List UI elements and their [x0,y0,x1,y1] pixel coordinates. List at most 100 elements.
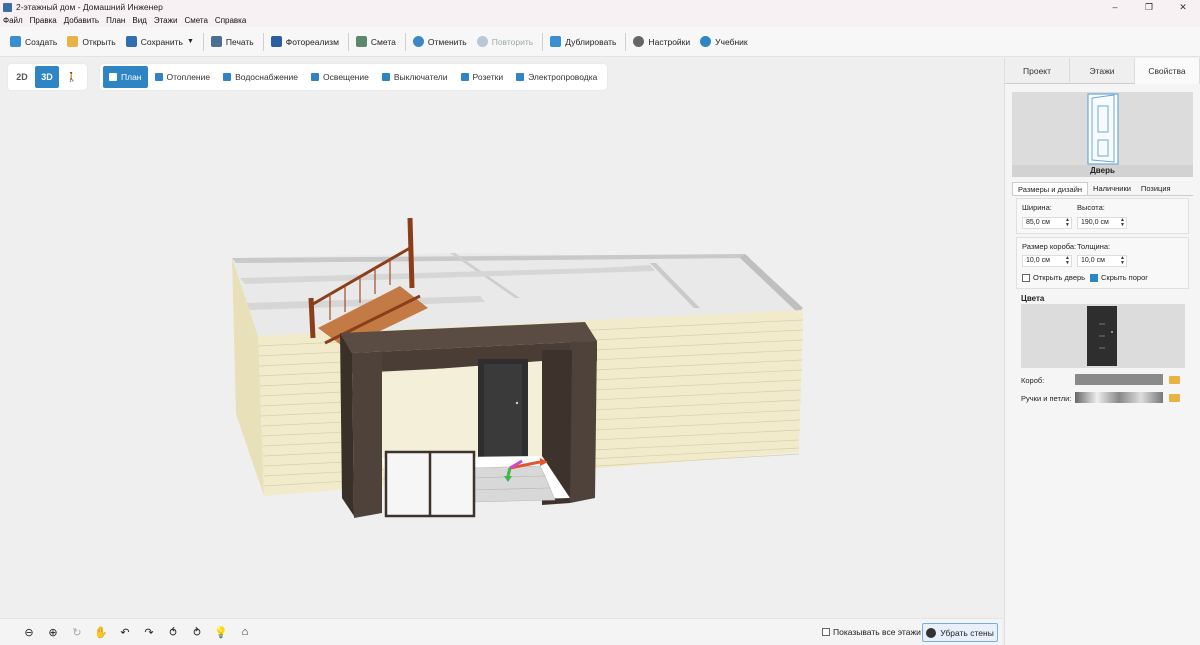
title-bar: 2-этажный дом - Домашний Инженер – ❐ ✕ [0,0,1200,14]
mode-2d-button[interactable]: 2D [10,66,34,88]
object-name: Дверь [1012,165,1193,177]
menu-estimate[interactable]: Смета [184,16,207,25]
menu-plan[interactable]: План [106,16,125,25]
spinner-arrows-icon[interactable]: ▲ ▼ [1120,256,1125,266]
toolbar-divider [625,32,627,51]
checkbox-checked-icon [1090,273,1098,282]
water-icon [223,73,232,81]
zoom-out-icon[interactable]: ⊖ [18,623,40,641]
rotate-left-icon[interactable]: ↶ [114,623,136,641]
frame-color-swatch[interactable] [1075,374,1163,385]
layer-water[interactable]: Водоснабжение [217,66,304,88]
menu-floors[interactable]: Этажи [154,16,178,25]
toolbar-divider [347,32,349,51]
frame-size-input[interactable]: 10,0 см ▲ ▼ [1022,255,1072,267]
zoom-in-icon[interactable]: ⊕ [42,623,64,641]
tutorial-button[interactable]: Учебник [696,31,752,53]
home-icon[interactable]: ⌂ [234,623,256,641]
colors-title: Цвета [1021,294,1045,303]
photoreal-button[interactable]: Фотореализм [267,31,343,53]
spinner-arrows-icon[interactable]: ▲ ▼ [1120,218,1125,228]
layer-wiring[interactable]: Электропроводка [510,66,603,88]
house-3d-scene[interactable] [0,58,1002,618]
entry-steps [469,465,556,503]
tilt-down-icon[interactable]: ⥁ [186,623,208,641]
tab-project[interactable]: Проект [1005,58,1070,84]
frame-color-label: Короб: [1021,376,1045,385]
spinner-arrows-icon[interactable]: ▲ ▼ [1065,256,1070,266]
photo-icon [270,36,282,47]
walk-mode-icon[interactable]: 🚶 [60,66,84,88]
open-door-checkbox[interactable]: Открыть дверь [1022,273,1085,282]
hide-walls-button[interactable]: Убрать стены [922,623,998,642]
folder-icon[interactable] [1169,376,1180,384]
plan-icon [109,73,117,81]
show-all-floors-checkbox[interactable]: Показывать все этажи [822,627,921,637]
heating-icon [154,73,163,81]
frame-size-label: Размер короба: [1022,242,1077,251]
layer-lighting[interactable]: Освещение [305,66,375,88]
door-color-preview-icon [1087,306,1117,366]
pan-hand-icon[interactable]: ✋ [90,623,112,641]
tab-properties[interactable]: Свойства [1135,58,1200,84]
rotate-right-icon[interactable]: ↷ [138,623,160,641]
menu-help[interactable]: Справка [215,16,246,25]
3d-viewport[interactable]: 2D 3D 🚶 План Отопление Водоснабжение Осв… [0,58,1002,618]
layer-switches[interactable]: Выключатели [376,66,454,88]
spinner-arrows-icon[interactable]: ▲ ▼ [1065,218,1070,228]
save-button[interactable]: Сохранить ▼ [122,31,198,53]
menu-bar: Файл Правка Добавить План Вид Этажи Смет… [0,14,1200,27]
menu-view[interactable]: Вид [132,16,146,25]
width-label: Ширина: [1022,203,1052,212]
subtab-trims[interactable]: Наличники [1088,182,1136,195]
chevron-down-icon[interactable]: ▼ [187,38,194,45]
hide-sill-checkbox[interactable]: Скрыть порог [1090,273,1148,282]
menu-edit[interactable]: Правка [30,16,57,25]
close-button[interactable]: ✕ [1166,0,1200,14]
layer-tabs: План Отопление Водоснабжение Освещение В… [100,64,608,90]
calculator-icon [355,36,367,47]
entrance-door [478,359,528,464]
window-title: 2-этажный дом - Домашний Инженер [16,2,163,12]
redo-button[interactable]: Повторить [473,31,538,53]
new-file-icon [10,36,21,47]
menu-add[interactable]: Добавить [64,16,99,25]
tab-floors[interactable]: Этажи [1070,58,1135,84]
subtab-dimensions[interactable]: Размеры и дизайн [1012,182,1089,195]
redo-arrow-icon [476,36,488,47]
app-icon [3,2,12,12]
minimize-button[interactable]: – [1098,0,1132,14]
bottom-bar: ⊖ ⊕ ↻ ✋ ↶ ↷ ⥀ ⥁ 💡 ⌂ Показывать все этажи… [0,618,1002,645]
mode-3d-button[interactable]: 3D [35,66,59,88]
switch-icon [381,73,390,81]
undo-button[interactable]: Отменить [409,31,471,53]
print-button[interactable]: Печать [207,31,258,53]
layer-plan[interactable]: План [103,66,148,88]
socket-icon [460,73,469,81]
create-button[interactable]: Создать [6,31,61,53]
toolbar-divider [262,32,264,51]
layer-sockets[interactable]: Розетки [455,66,510,88]
menu-file[interactable]: Файл [3,16,23,25]
subtab-position[interactable]: Позиция [1136,182,1176,195]
thickness-input[interactable]: 10,0 см ▲ ▼ [1077,255,1127,267]
undo-arrow-icon [412,36,424,47]
view-mode-switch: 2D 3D 🚶 [8,64,87,90]
tilt-up-icon[interactable]: ⥀ [162,623,184,641]
height-input[interactable]: 190,0 см ▲ ▼ [1077,217,1127,229]
settings-button[interactable]: Настройки [629,31,694,53]
width-input[interactable]: 85,0 см ▲ ▼ [1022,217,1072,229]
rotate-360-icon[interactable]: ↻ [66,623,88,641]
size-group: Ширина: Высота: 85,0 см ▲ ▼ 190,0 см ▲ ▼ [1016,198,1189,234]
estimate-button[interactable]: Смета [352,31,400,53]
light-bulb-icon[interactable]: 💡 [210,623,232,641]
main-toolbar: Создать Открыть Сохранить ▼ Печать Фоторе… [0,27,1200,57]
toolbar-divider [202,32,204,51]
open-button[interactable]: Открыть [63,31,119,53]
gear-icon [633,36,645,47]
folder-icon[interactable] [1169,394,1180,402]
handles-color-swatch[interactable] [1075,392,1163,403]
maximize-button[interactable]: ❐ [1132,0,1166,14]
layer-heating[interactable]: Отопление [149,66,217,88]
duplicate-button[interactable]: Дублировать [546,31,620,53]
